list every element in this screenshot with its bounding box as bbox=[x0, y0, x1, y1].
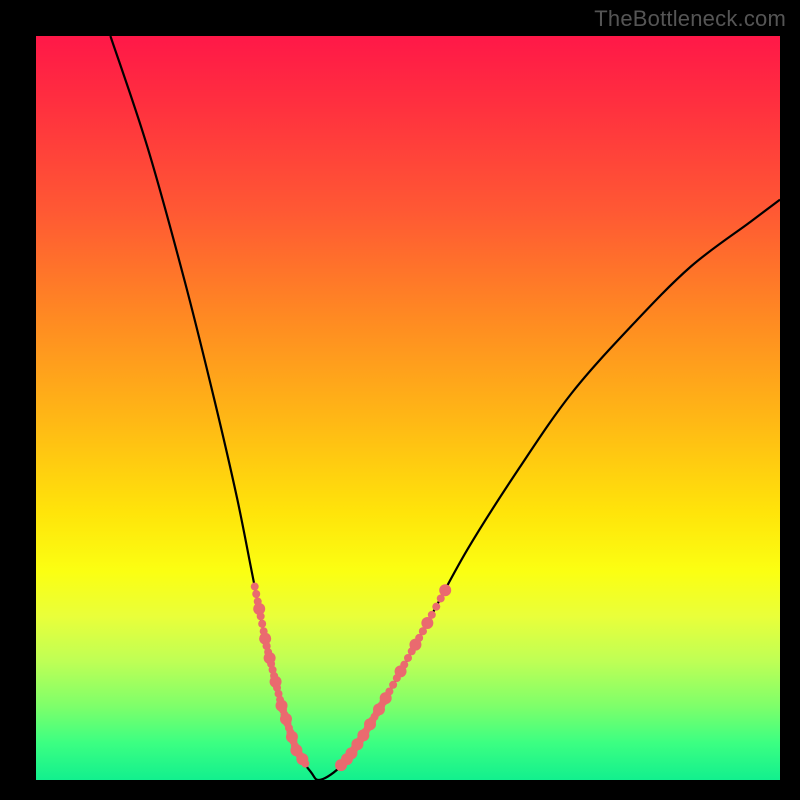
overlay-dot bbox=[258, 620, 266, 628]
watermark-text: TheBottleneck.com bbox=[594, 6, 786, 32]
overlay-dot bbox=[257, 612, 265, 620]
overlay-dot bbox=[252, 590, 260, 598]
dotted-overlay-left bbox=[251, 583, 310, 768]
bottleneck-curve-path bbox=[110, 36, 780, 780]
overlay-dot bbox=[400, 661, 408, 669]
overlay-dot bbox=[385, 687, 393, 695]
overlay-dot bbox=[301, 760, 309, 768]
dotted-overlay-right bbox=[335, 584, 451, 771]
overlay-dot bbox=[428, 611, 436, 619]
curve-svg bbox=[36, 36, 780, 780]
overlay-dot bbox=[389, 681, 397, 689]
overlay-dot bbox=[415, 634, 423, 642]
plot-area bbox=[36, 36, 780, 780]
chart-stage: TheBottleneck.com bbox=[0, 0, 800, 800]
overlay-dot bbox=[439, 584, 451, 596]
overlay-dot bbox=[404, 654, 412, 662]
overlay-dot bbox=[432, 603, 440, 611]
overlay-dot bbox=[251, 583, 259, 591]
